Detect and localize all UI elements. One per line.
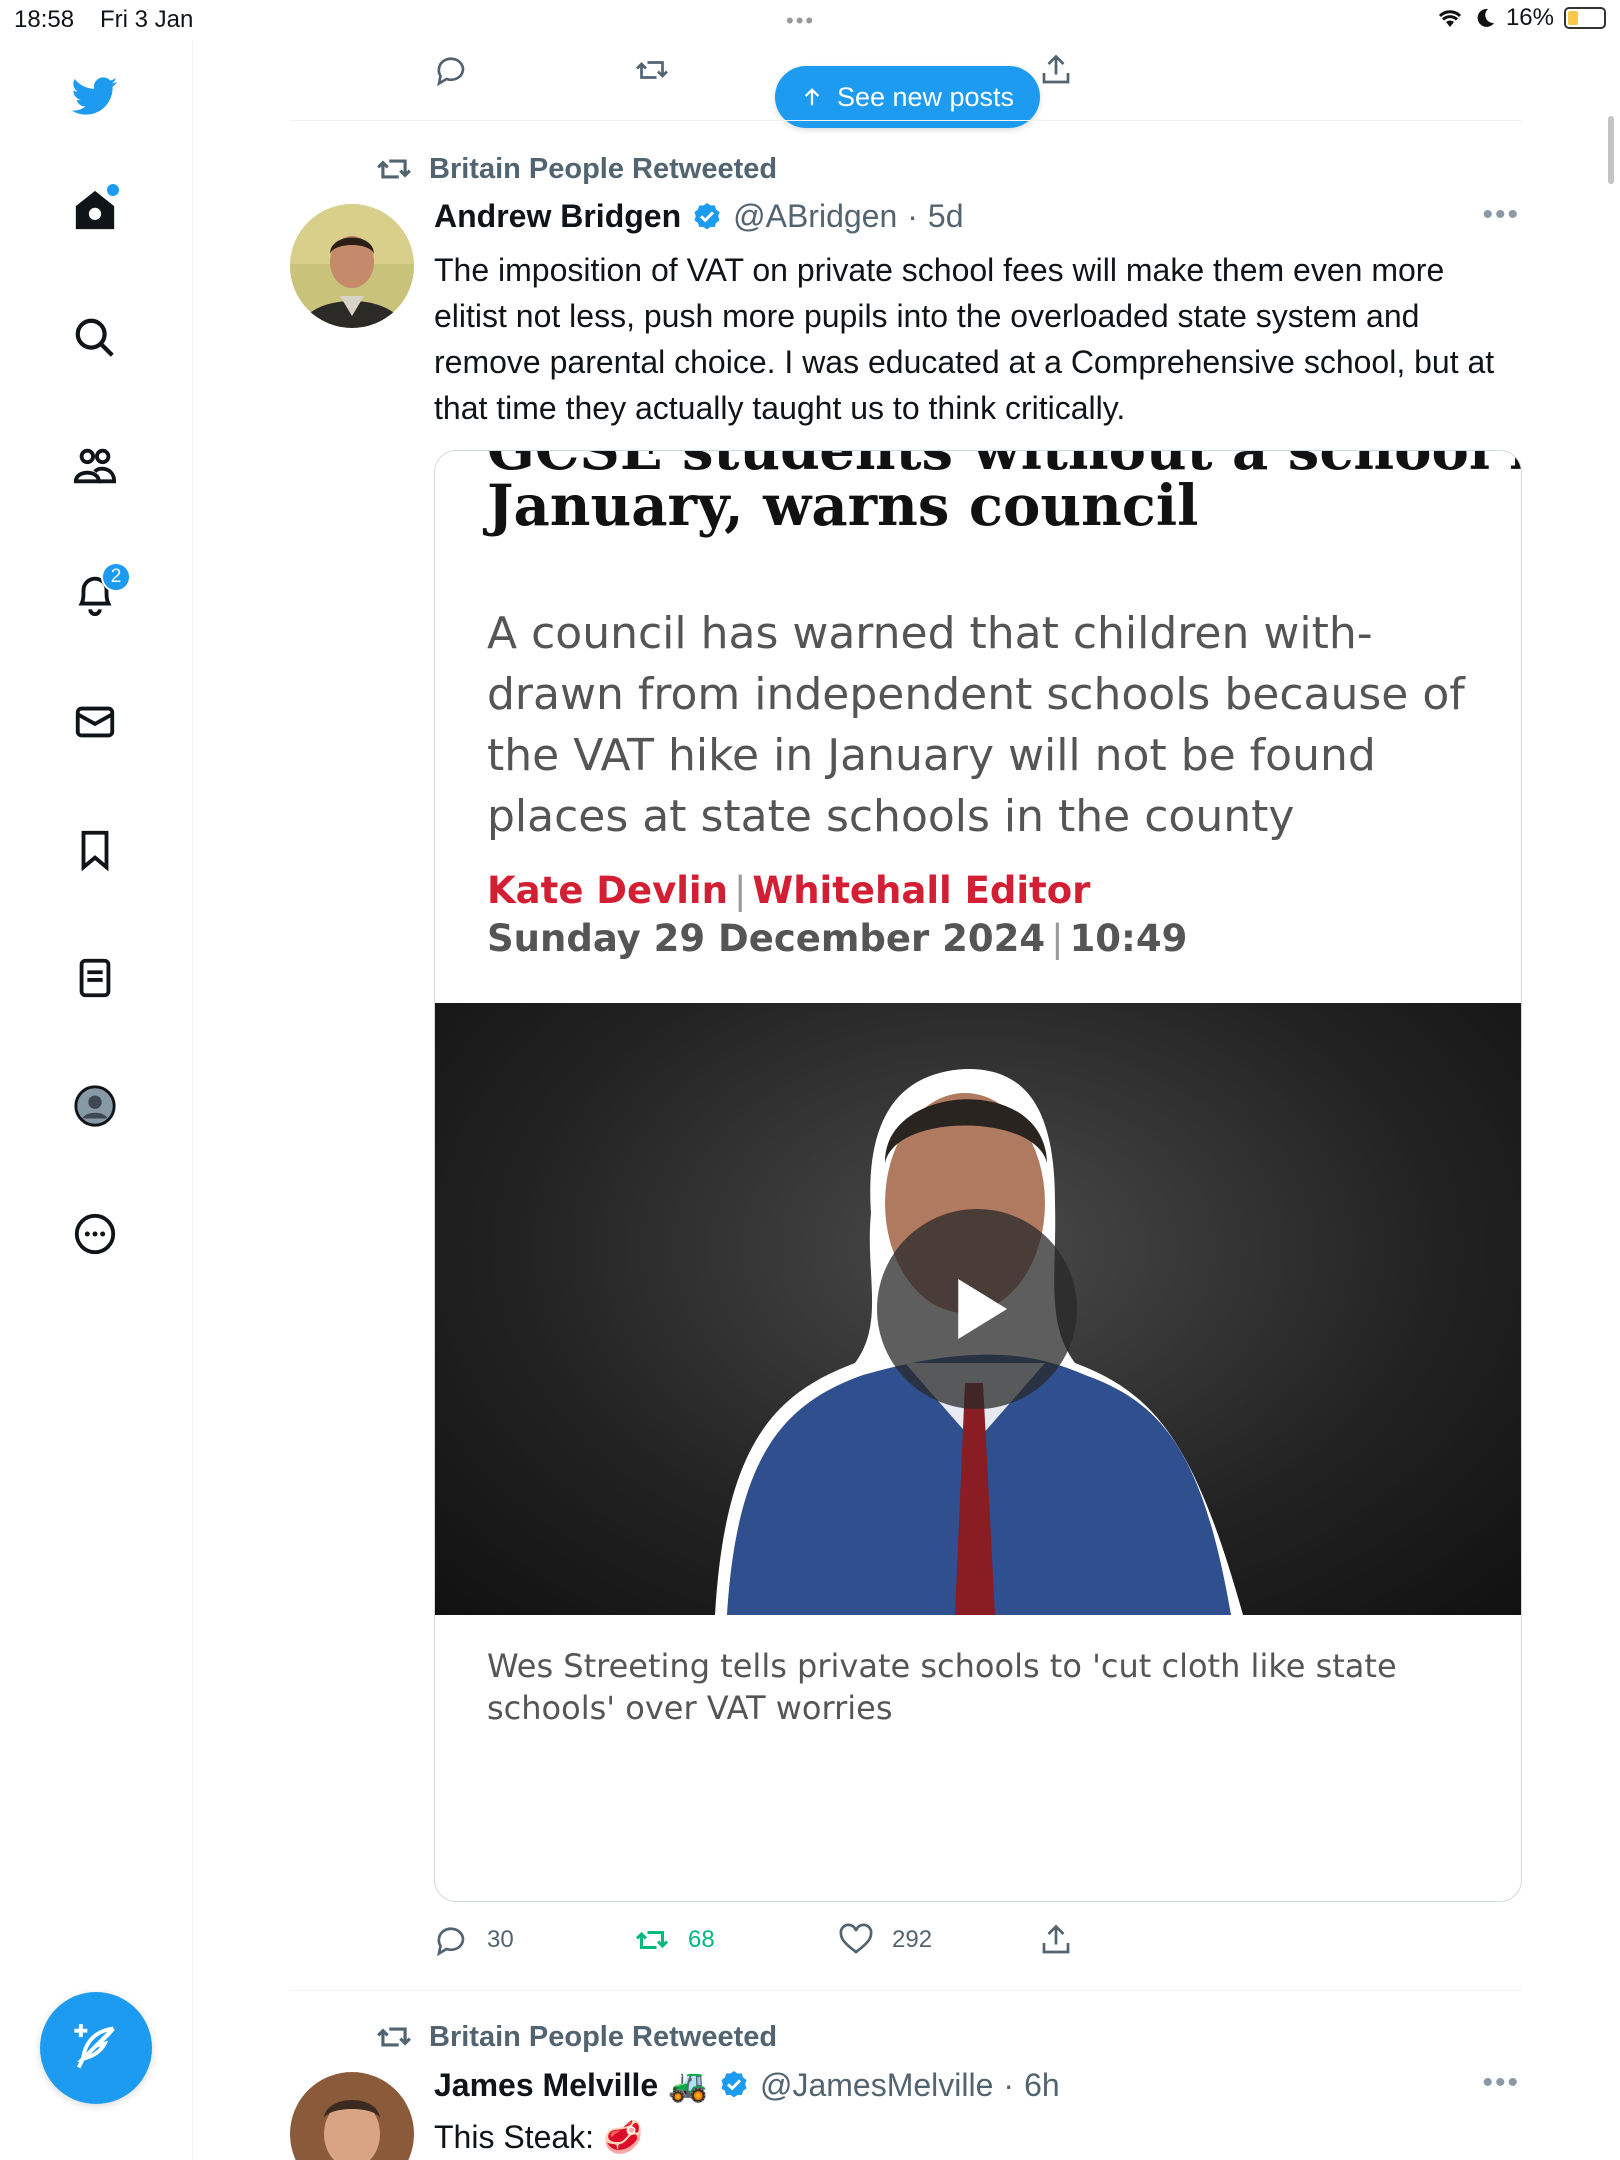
tweet-time[interactable]: 6h [1024, 2067, 1060, 2104]
bookmarks-icon[interactable] [65, 820, 125, 880]
headline: January, warns council [487, 473, 1199, 539]
reply-icon [437, 1927, 465, 1957]
lists-icon[interactable] [65, 948, 125, 1008]
arrow-up-icon [804, 88, 820, 106]
retweeted-by-label: Britain People Retweeted [429, 2020, 778, 2053]
author-role: Whitehall Editor [752, 869, 1091, 912]
retweeted-by-label: Britain People Retweeted [429, 152, 778, 185]
messages-envelope-icon[interactable] [65, 692, 125, 752]
share-icon [1042, 54, 1070, 84]
status-date: Fri 3 Jan [100, 6, 194, 33]
share-button-prev[interactable] [1038, 52, 1074, 88]
article-date: Sunday 29 December 2024 | 10:49 [487, 917, 1188, 960]
retweet-count: 68 [688, 1926, 715, 1953]
verified-badge-icon [721, 2071, 747, 2098]
reply-button-prev[interactable] [433, 52, 469, 88]
retweet-icon [635, 1931, 669, 1949]
wifi-icon [1438, 10, 1462, 27]
tweet-header: James Melville 🚜 @JamesMelville · 6h [434, 2066, 1060, 2104]
reply-button[interactable]: 30 [433, 1922, 514, 1958]
author-name[interactable]: James Melville [434, 2067, 658, 2104]
divider [290, 1990, 1522, 1991]
notifications-bell-icon[interactable]: 2 [65, 562, 131, 624]
author: Kate Devlin [487, 869, 728, 912]
multitask-dots-icon[interactable]: ••• [786, 8, 815, 34]
retweet-button[interactable]: 68 [634, 1922, 715, 1958]
retweet-icon [377, 2027, 411, 2047]
author-handle[interactable]: @JamesMelville [760, 2067, 993, 2104]
date: Sunday 29 December 2024 [487, 917, 1046, 960]
tweet-text: This Steak: 🥩 [434, 2119, 643, 2155]
play-icon [958, 1279, 1007, 1339]
like-button[interactable]: 292 [838, 1922, 932, 1958]
avatar[interactable] [290, 2072, 414, 2160]
name-emoji: 🚜 [668, 2067, 708, 2103]
see-new-posts-button[interactable]: See new posts [775, 66, 1040, 128]
tweet-time[interactable]: 5d [928, 198, 964, 235]
notifications-badge: 2 [101, 562, 131, 592]
more-options-icon[interactable] [65, 1204, 125, 1264]
separator-dot: · [907, 198, 918, 234]
time: 10:49 [1069, 917, 1188, 960]
home-icon[interactable] [65, 180, 125, 240]
battery-percent: 16% [1505, 4, 1554, 31]
sidebar: 2 [0, 40, 193, 2160]
status-right: 16% [1436, 4, 1606, 32]
byline: Kate Devlin | Whitehall Editor [487, 869, 1091, 912]
card-caption: Wes Streeting tells private schools to '… [487, 1647, 1397, 1727]
retweet-icon [636, 61, 668, 79]
profile-avatar-icon[interactable] [65, 1076, 125, 1136]
more-options-icon[interactable]: ••• [1482, 198, 1520, 232]
avatar[interactable] [290, 204, 414, 328]
twitter-logo-icon[interactable] [65, 66, 125, 126]
compose-feather-icon [74, 2024, 115, 2069]
author-handle[interactable]: @ABridgen [733, 198, 897, 235]
tweet-text: The imposition of VAT on private school … [434, 252, 1495, 426]
divider [290, 120, 1522, 121]
article-screenshot: GCSE students without a school by Januar… [435, 451, 1521, 1003]
communities-icon[interactable] [65, 436, 125, 496]
author-name[interactable]: Andrew Bridgen [434, 198, 681, 235]
battery-icon [1564, 7, 1606, 29]
home-unread-dot [107, 184, 119, 196]
retweet-icon [377, 159, 411, 179]
more-options-icon[interactable]: ••• [1482, 2066, 1520, 2100]
see-new-posts-label: See new posts [836, 81, 1015, 112]
video-thumbnail[interactable] [435, 1003, 1521, 1615]
play-button[interactable] [877, 1209, 1077, 1409]
search-icon[interactable] [65, 308, 125, 368]
scrollbar[interactable] [1608, 116, 1614, 184]
reply-count: 30 [487, 1926, 514, 1953]
heart-icon [839, 1923, 873, 1954]
reply-icon [437, 57, 465, 87]
standfirst: A council has warned that children with-… [487, 608, 1465, 842]
like-count: 292 [892, 1926, 933, 1953]
link-card[interactable]: GCSE students without a school by Januar… [434, 450, 1522, 1902]
share-button[interactable] [1038, 1922, 1074, 1958]
retweet-button-prev[interactable] [634, 52, 670, 88]
moon-icon [1477, 8, 1494, 27]
status-time: 18:58 [14, 6, 75, 33]
tweet-header: Andrew Bridgen @ABridgen · 5d [434, 198, 964, 235]
retweeted-by-line[interactable]: Britain People Retweeted [375, 150, 777, 188]
separator-dot: · [1003, 2066, 1015, 2103]
compose-tweet-button[interactable] [40, 1992, 152, 2104]
verified-badge-icon [694, 202, 720, 229]
retweeted-by-line[interactable]: Britain People Retweeted [375, 2018, 777, 2056]
status-bar: 18:58 Fri 3 Jan ••• 16% [0, 0, 1620, 40]
share-icon [1042, 1924, 1070, 1954]
